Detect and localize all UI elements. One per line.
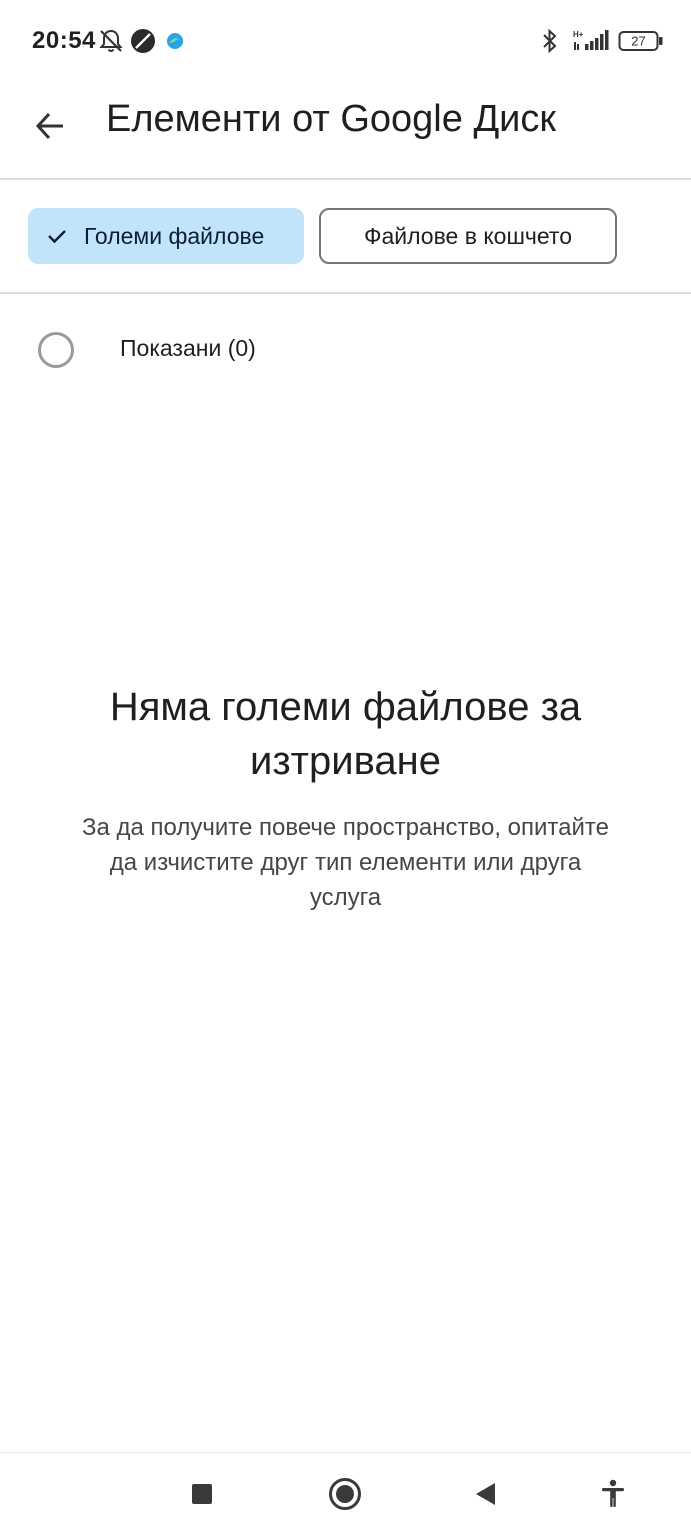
app-icon xyxy=(130,28,156,59)
battery-level: 27 xyxy=(631,34,645,49)
mute-icon xyxy=(98,28,124,59)
empty-state-description: За да получите повече пространство, опит… xyxy=(82,814,609,911)
select-all-label: Показани (0) xyxy=(120,335,256,361)
empty-state-title: Няма големи файлове за изтриване xyxy=(109,685,582,783)
accessibility-icon xyxy=(602,1479,624,1507)
network-type-label: H+ xyxy=(573,30,584,39)
signal-icon: H+ xyxy=(571,28,611,59)
battery-icon: 27 xyxy=(618,30,664,57)
app-bar: Елементи от Google Диск xyxy=(0,82,691,178)
home-button[interactable] xyxy=(325,1474,365,1514)
arrow-back-icon xyxy=(35,112,63,140)
status-time: 20:54 xyxy=(32,27,96,54)
back-button[interactable] xyxy=(24,100,76,152)
bluetooth-icon xyxy=(540,28,560,59)
nav-divider xyxy=(0,1452,691,1453)
chips-divider xyxy=(0,292,691,294)
recents-button[interactable] xyxy=(182,1474,222,1514)
select-all-checkbox[interactable] xyxy=(38,332,74,368)
select-all-row[interactable]: Показани (0) xyxy=(0,318,691,382)
home-circle-icon xyxy=(329,1478,361,1510)
screen: 20:54 H+ 27 Елементи от Google Диск Голе… xyxy=(0,0,691,1536)
accessibility-button[interactable] xyxy=(593,1474,633,1514)
chip-large-files-label: Големи файлове xyxy=(84,222,265,249)
chip-trash-files-label: Файлове в кошчето xyxy=(364,222,572,249)
back-triangle-icon xyxy=(476,1483,495,1505)
edge-icon xyxy=(166,32,184,55)
recents-square-icon xyxy=(192,1484,212,1504)
page-title: Елементи от Google Диск xyxy=(106,98,557,140)
nav-back-button[interactable] xyxy=(466,1474,506,1514)
check-icon xyxy=(48,230,66,244)
chip-large-files[interactable]: Големи файлове xyxy=(28,208,304,264)
status-bar: 20:54 H+ 27 xyxy=(0,0,691,82)
header-divider xyxy=(0,178,691,180)
chip-trash-files[interactable]: Файлове в кошчето xyxy=(319,208,617,264)
